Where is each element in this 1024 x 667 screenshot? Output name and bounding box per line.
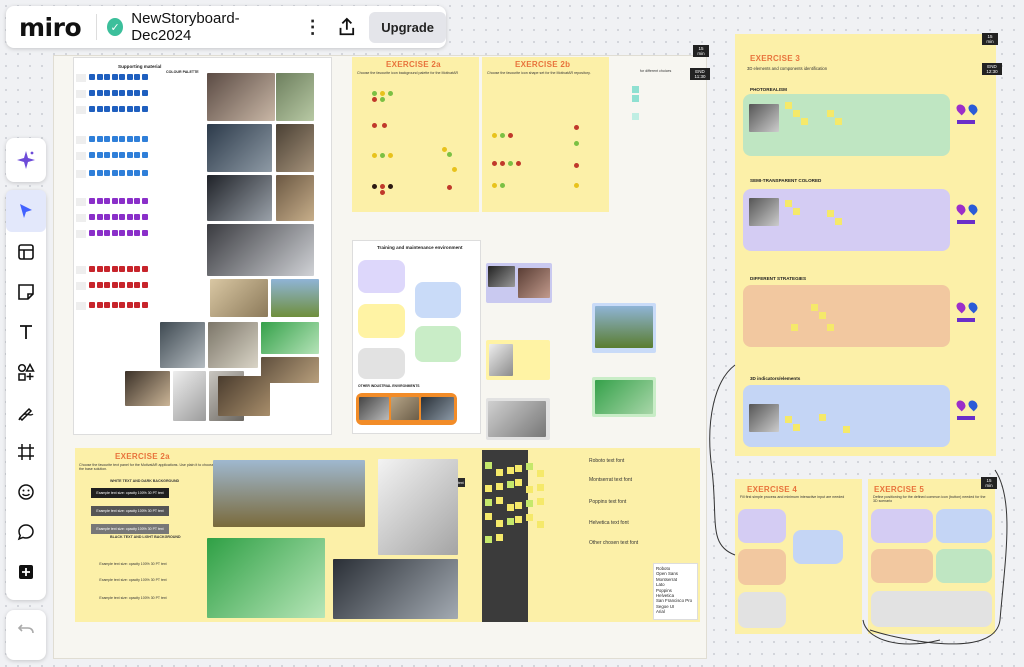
more-tools-icon[interactable] [6, 552, 46, 592]
frame-icon[interactable] [6, 432, 46, 472]
saved-check-icon: ✓ [107, 18, 124, 36]
board-canvas[interactable]: Supporting material COLOUR PALETTE EXERC… [0, 0, 1024, 667]
more-options-icon[interactable]: ⋮ [304, 17, 322, 38]
shapes-icon[interactable] [6, 352, 46, 392]
comment-icon[interactable] [6, 512, 46, 552]
top-bar: miro ✓ NewStoryboard-Dec2024 ⋮ Upgrade [6, 6, 446, 48]
topbar-divider [96, 14, 98, 40]
upgrade-button[interactable]: Upgrade [369, 11, 446, 43]
board-title[interactable]: NewStoryboard-Dec2024 [131, 10, 283, 44]
stickers-icon[interactable] [6, 472, 46, 512]
undo-toolbar [6, 610, 46, 660]
share-export-icon[interactable] [336, 15, 358, 39]
sticky-note-icon[interactable] [6, 272, 46, 312]
text-icon[interactable] [6, 312, 46, 352]
connector-lines [709, 364, 1008, 645]
select-cursor-icon[interactable] [6, 190, 46, 232]
undo-icon[interactable] [6, 610, 46, 650]
main-toolbar [6, 190, 46, 600]
templates-icon[interactable] [6, 232, 46, 272]
ai-sparkle-icon[interactable] [6, 138, 46, 182]
miro-logo[interactable]: miro [19, 13, 82, 42]
pen-icon[interactable] [6, 392, 46, 432]
ai-toolbar [6, 138, 46, 182]
